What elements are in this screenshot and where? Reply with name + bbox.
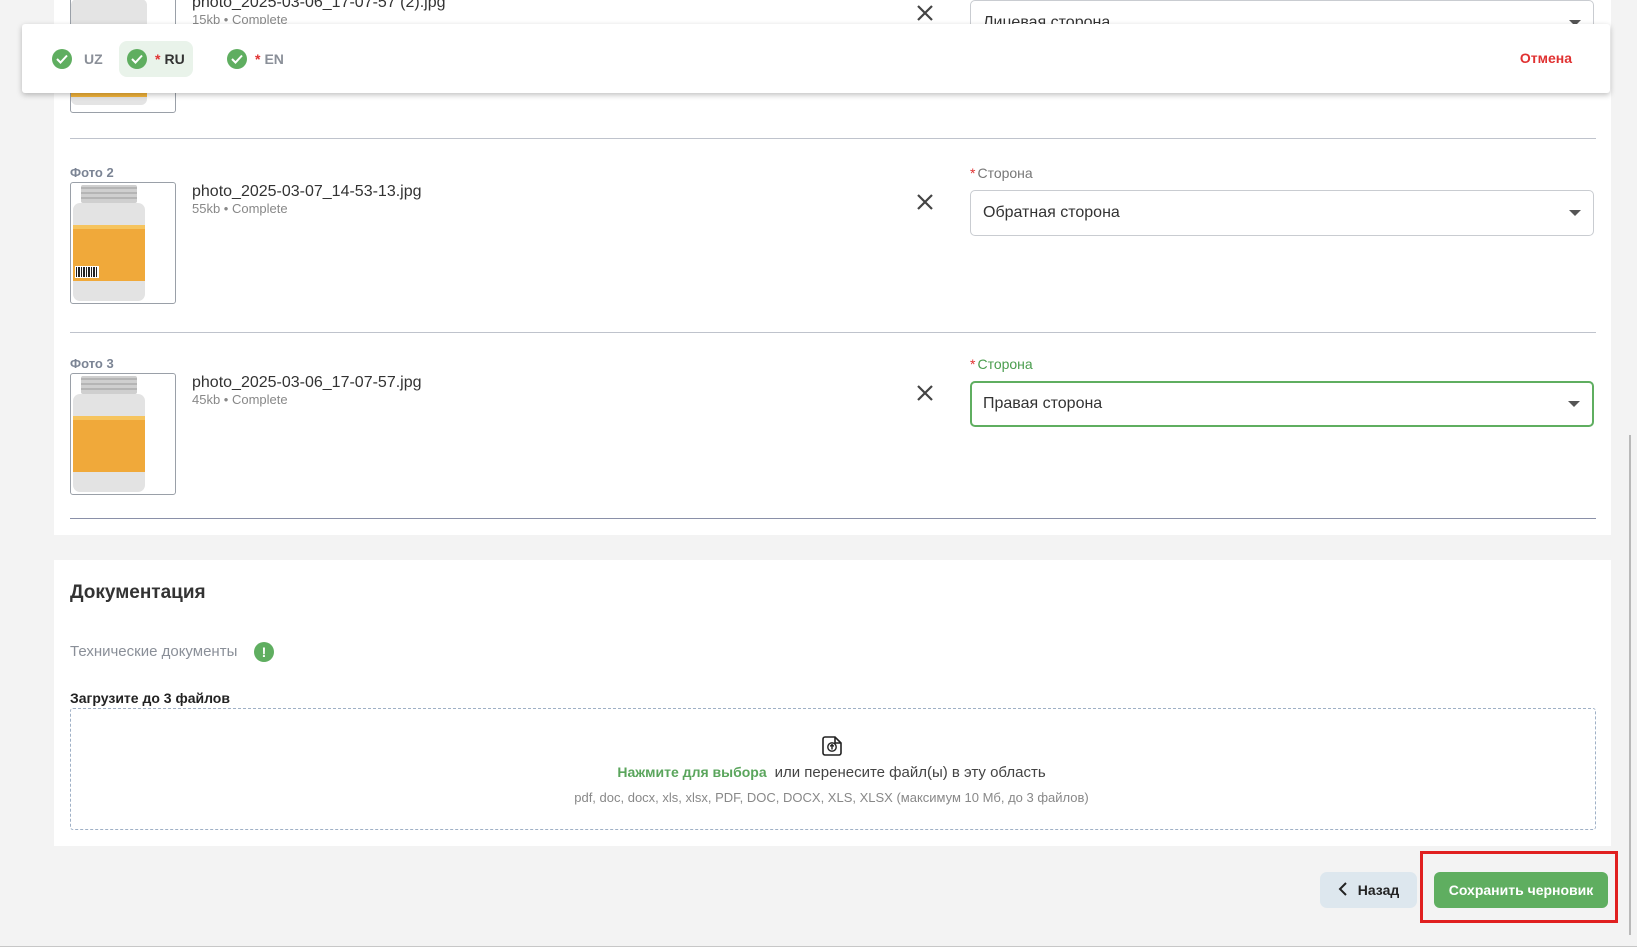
- photo-3-side-label-text: Сторона: [977, 356, 1033, 372]
- dropzone-hint: pdf, doc, docx, xls, xlsx, PDF, DOC, DOC…: [574, 790, 1089, 805]
- tab-lang-ru[interactable]: * RU: [119, 41, 193, 77]
- photo-3-label: Фото 3: [70, 356, 114, 371]
- photo-divider: [70, 518, 1596, 519]
- back-button-label: Назад: [1357, 882, 1400, 898]
- photo-3-remove-icon[interactable]: [914, 382, 936, 404]
- check-icon: [52, 49, 72, 69]
- photo-2-file-meta: 55kb • Complete: [192, 201, 288, 216]
- dropzone-text: или перенесите файл(ы) в эту область: [774, 764, 1046, 781]
- cancel-button[interactable]: Отмена: [1520, 50, 1572, 66]
- photo-2-file-name: photo_2025-03-07_14-53-13.jpg: [192, 183, 422, 200]
- technical-documents-label: Технические документы: [70, 643, 238, 660]
- photo-2-remove-icon[interactable]: [914, 191, 936, 213]
- scrollbar[interactable]: [1629, 435, 1631, 935]
- required-mark: *: [155, 51, 161, 67]
- photo-divider: [70, 138, 1596, 139]
- photo-2-thumbnail[interactable]: [70, 182, 176, 304]
- photo-3-side-select[interactable]: Правая сторона: [970, 381, 1594, 427]
- section-title: Документация: [70, 582, 206, 603]
- photo-1-remove-icon[interactable]: [914, 2, 936, 24]
- photo-1-file-name: photo_2025-03-06_17-07-57 (2).jpg: [192, 0, 446, 11]
- photo-3-side-label: * Сторона: [970, 356, 1033, 372]
- required-mark: *: [970, 356, 976, 372]
- chevron-left-icon: [1338, 881, 1348, 900]
- upload-limit-label: Загрузите до 3 файлов: [70, 690, 230, 706]
- info-icon[interactable]: !: [254, 642, 274, 662]
- tab-lang-en[interactable]: * EN: [219, 41, 292, 77]
- photo-2-side-label: * Сторона: [970, 165, 1033, 181]
- check-icon: [127, 49, 147, 69]
- chevron-down-icon: [1568, 401, 1580, 407]
- photo-3-side-value: Правая сторона: [983, 395, 1103, 412]
- required-mark: *: [970, 165, 976, 181]
- tab-lang-uz[interactable]: UZ: [44, 41, 111, 77]
- check-icon: [227, 49, 247, 69]
- photo-3-file-meta: 45kb • Complete: [192, 392, 288, 407]
- tab-lang-label: RU: [164, 51, 185, 67]
- tab-lang-label: EN: [264, 51, 284, 67]
- dropzone-instructions: Нажмите для выбора или перенесите файл(ы)…: [0, 764, 1637, 781]
- tab-lang-label: UZ: [84, 51, 103, 67]
- upload-icon: [820, 734, 844, 763]
- language-bar: UZ * RU * EN Отмена: [22, 24, 1610, 93]
- photo-3-file-name: photo_2025-03-06_17-07-57.jpg: [192, 374, 422, 391]
- chevron-down-icon: [1569, 210, 1581, 216]
- back-button[interactable]: Назад: [1320, 872, 1417, 908]
- photo-3-thumbnail[interactable]: [70, 373, 176, 495]
- photo-2-side-value: Обратная сторона: [983, 204, 1120, 221]
- photo-2-side-select[interactable]: Обратная сторона: [970, 190, 1594, 236]
- photo-2-side-label-text: Сторона: [977, 165, 1033, 181]
- save-draft-button[interactable]: Сохранить черновик: [1434, 872, 1608, 908]
- choose-file-link[interactable]: Нажмите для выбора: [617, 764, 766, 780]
- photo-divider: [70, 332, 1596, 333]
- photo-2-label: Фото 2: [70, 165, 114, 180]
- required-mark: *: [255, 51, 261, 67]
